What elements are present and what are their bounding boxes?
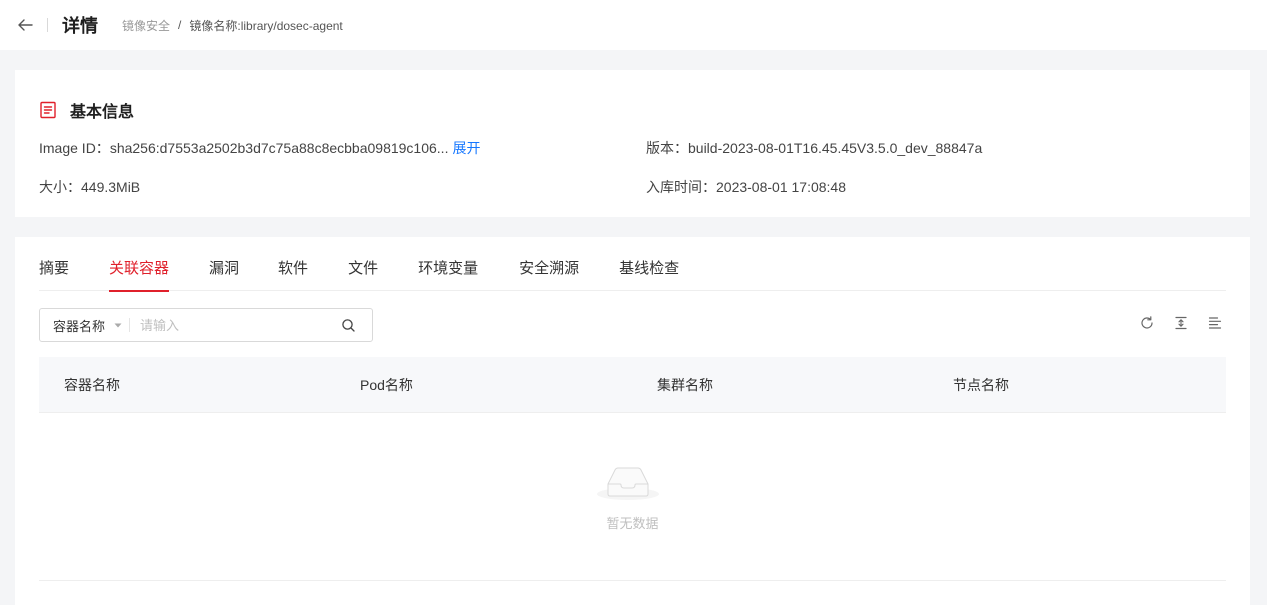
header-divider [47,18,48,32]
back-arrow-icon[interactable] [16,16,34,34]
basic-info-title: 基本信息 [70,104,135,121]
tab-security-trace[interactable]: 安全溯源 [519,237,579,291]
version-label: 版本： [646,140,688,156]
expand-link[interactable]: 展开 [452,140,480,156]
column-header-pod-name: Pod名称 [360,377,413,393]
size-value: 449.3MiB [81,179,141,195]
basic-info-heading: 基本信息 [39,98,134,122]
tab-baseline-check[interactable]: 基线检查 [619,237,679,291]
breadcrumb-separator: / [178,18,182,32]
tab-files[interactable]: 文件 [348,237,378,291]
ingest-time-label: 入库时间： [646,179,716,195]
image-id-value: sha256:d7553a2502b3d7c75a88c8ecbba09819c… [109,140,449,156]
size-label: 大小： [39,179,81,195]
image-id-label: Image ID： [39,140,110,156]
search-field-select[interactable]: 容器名称 [40,316,123,335]
search-icon[interactable] [341,318,356,333]
table-header: 容器名称 Pod名称 集群名称 节点名称 [39,357,1226,413]
empty-inbox-icon [595,458,661,502]
ingest-time-value: 2023-08-01 17:08:48 [716,179,846,195]
search-field-value: 容器名称 [53,318,106,334]
version-value: build-2023-08-01T16.45.45V3.5.0_dev_8884… [688,140,983,156]
table-body: 暂无数据 [39,413,1226,581]
breadcrumb: 镜像安全 / 镜像名称:library/dosec-agent [122,17,343,34]
related-containers-table: 容器名称 Pod名称 集群名称 节点名称 暂无数据 [39,357,1226,581]
tab-summary[interactable]: 摘要 [39,237,69,291]
tab-bar: 摘要 关联容器 漏洞 软件 文件 环境变量 安全溯源 基线检查 [39,237,1226,292]
top-bar: 详情 镜像安全 / 镜像名称:library/dosec-agent [0,0,1267,50]
refresh-icon[interactable] [1139,315,1155,331]
breadcrumb-current: 镜像名称:library/dosec-agent [189,18,343,33]
page-title: 详情 [62,16,98,36]
column-header-container-name: 容器名称 [64,377,120,393]
caret-down-icon [113,320,123,330]
tab-vulnerabilities[interactable]: 漏洞 [209,237,239,291]
search-divider [129,318,131,332]
size-row: 大小：449.3MiB [39,177,140,197]
expand-vertical-icon[interactable] [1173,315,1189,331]
column-settings-icon[interactable] [1207,315,1223,331]
column-header-node-name: 节点名称 [953,377,1009,393]
tab-software[interactable]: 软件 [278,237,308,291]
version-row: 版本：build-2023-08-01T16.45.45V3.5.0_dev_8… [646,138,982,158]
empty-state-text: 暂无数据 [606,516,659,531]
basic-info-card: 基本信息 Image ID：sha256:d7553a2502b3d7c75a8… [15,70,1250,217]
tab-env-variables[interactable]: 环境变量 [418,237,478,291]
document-icon [39,101,57,119]
image-id-row: Image ID：sha256:d7553a2502b3d7c75a88c8ec… [39,138,480,158]
search-input[interactable] [140,317,311,333]
container-search: 容器名称 [39,308,373,342]
detail-tabs-card: 摘要 关联容器 漏洞 软件 文件 环境变量 安全溯源 基线检查 容器名称 容器名… [15,237,1250,605]
column-header-cluster-name: 集群名称 [657,377,713,393]
ingest-time-row: 入库时间：2023-08-01 17:08:48 [646,177,846,197]
breadcrumb-parent-link[interactable]: 镜像安全 [122,17,170,34]
tab-related-containers[interactable]: 关联容器 [109,237,170,292]
